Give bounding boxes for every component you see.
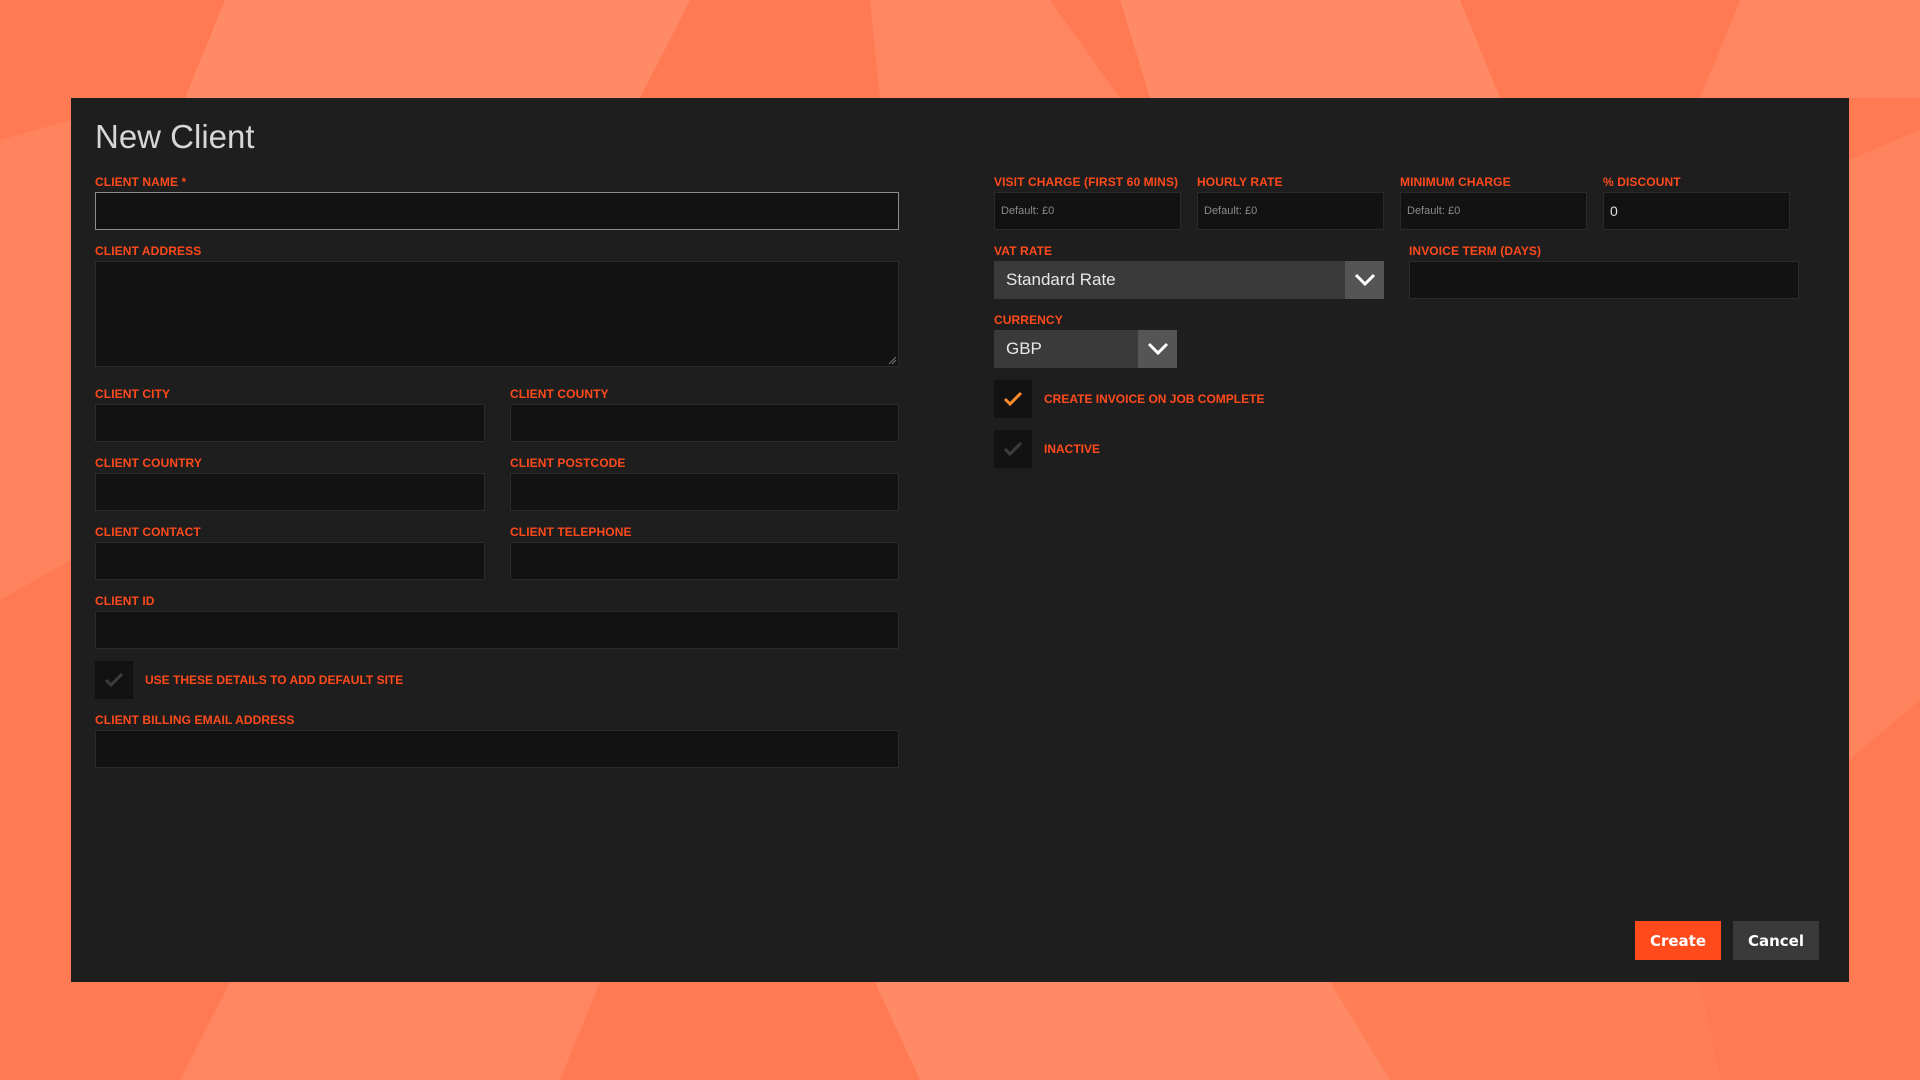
create-invoice-checkbox[interactable]: [994, 380, 1032, 418]
vat-rate-select[interactable]: Standard Rate: [994, 261, 1384, 299]
invoice-term-label: INVOICE TERM (DAYS): [1409, 244, 1542, 258]
currency-label: CURRENCY: [994, 313, 1063, 327]
client-contact-label: CLIENT CONTACT: [95, 525, 201, 539]
minimum-charge-label: MINIMUM CHARGE: [1400, 175, 1511, 189]
dialog-title: New Client: [95, 118, 255, 155]
minimum-charge-input[interactable]: Default: £0: [1400, 192, 1587, 230]
visit-charge-input[interactable]: Default: £0: [994, 192, 1181, 230]
client-id-input[interactable]: [95, 611, 899, 649]
client-city-label: CLIENT CITY: [95, 387, 171, 401]
client-telephone-input[interactable]: [510, 542, 899, 580]
vat-rate-label: VAT RATE: [994, 244, 1053, 258]
client-telephone-label: CLIENT TELEPHONE: [510, 525, 632, 539]
client-name-label: CLIENT NAME *: [95, 175, 187, 189]
client-id-label: CLIENT ID: [95, 594, 155, 608]
create-invoice-label: CREATE INVOICE ON JOB COMPLETE: [1044, 392, 1265, 406]
cancel-button[interactable]: Cancel: [1733, 921, 1819, 960]
client-postcode-input[interactable]: [510, 473, 899, 511]
inactive-checkbox[interactable]: [994, 430, 1032, 468]
inactive-label: INACTIVE: [1044, 442, 1101, 456]
client-county-input[interactable]: [510, 404, 899, 442]
new-client-dialog: New Client CLIENT NAME * CLIENT ADDRESS …: [71, 98, 1849, 982]
discount-label: % DISCOUNT: [1603, 175, 1681, 189]
client-contact-input[interactable]: [95, 542, 485, 580]
billing-email-input[interactable]: [95, 730, 899, 768]
vat-rate-value: Standard Rate: [1006, 270, 1116, 289]
currency-value: GBP: [1006, 339, 1042, 358]
client-name-input[interactable]: [95, 192, 899, 230]
default-site-label: USE THESE DETAILS TO ADD DEFAULT SITE: [145, 673, 404, 687]
hourly-rate-input[interactable]: Default: £0: [1197, 192, 1384, 230]
check-icon: [1003, 391, 1023, 407]
hourly-rate-label: HOURLY RATE: [1197, 175, 1283, 189]
default-site-checkbox[interactable]: [95, 661, 133, 699]
chevron-down-icon[interactable]: [1345, 261, 1384, 299]
check-icon: [1003, 441, 1023, 457]
client-country-input[interactable]: [95, 473, 485, 511]
invoice-term-input[interactable]: [1409, 261, 1799, 299]
create-button[interactable]: Create: [1635, 921, 1721, 960]
client-county-label: CLIENT COUNTY: [510, 387, 609, 401]
discount-input[interactable]: 0: [1603, 192, 1790, 230]
check-icon: [104, 672, 124, 688]
client-country-label: CLIENT COUNTRY: [95, 456, 202, 470]
client-postcode-label: CLIENT POSTCODE: [510, 456, 626, 470]
client-city-input[interactable]: [95, 404, 485, 442]
chevron-down-icon[interactable]: [1138, 330, 1177, 368]
client-address-label: CLIENT ADDRESS: [95, 244, 202, 258]
visit-charge-label: VISIT CHARGE (FIRST 60 MINS): [994, 175, 1179, 189]
client-address-textarea[interactable]: [95, 261, 899, 367]
billing-email-label: CLIENT BILLING EMAIL ADDRESS: [95, 713, 295, 727]
currency-select[interactable]: GBP: [994, 330, 1177, 368]
resize-handle-icon[interactable]: [887, 355, 897, 365]
